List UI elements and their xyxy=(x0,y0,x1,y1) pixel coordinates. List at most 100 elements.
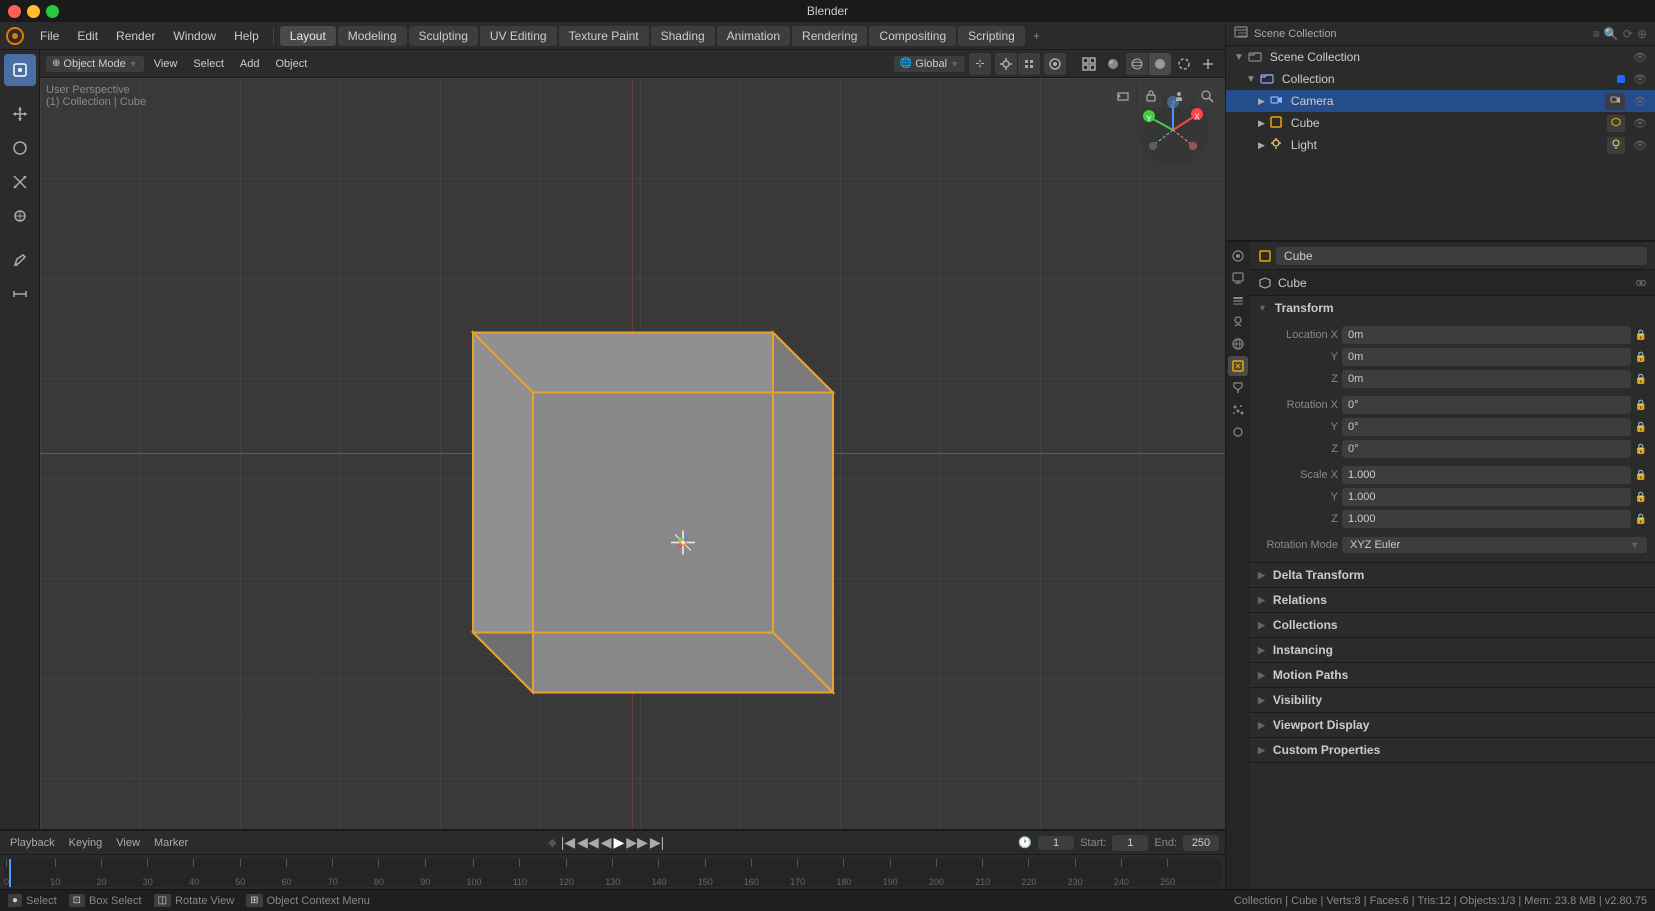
tool-rotate[interactable] xyxy=(4,132,36,164)
mode-selector[interactable]: ⊕ Object Mode ▼ xyxy=(46,56,144,72)
menu-edit[interactable]: Edit xyxy=(69,26,106,46)
play-reverse-btn[interactable]: ◀ xyxy=(601,834,612,851)
scale-y-lock[interactable]: 🔒 xyxy=(1635,492,1647,503)
menu-window[interactable]: Window xyxy=(165,26,224,46)
current-frame-input[interactable] xyxy=(1038,836,1074,850)
outliner-camera[interactable]: ▶ Camera 👁 xyxy=(1226,90,1655,112)
props-modifiers-icon[interactable] xyxy=(1228,378,1248,398)
tool-transform[interactable] xyxy=(4,200,36,232)
rotation-y-lock[interactable]: 🔒 xyxy=(1635,422,1647,433)
playback-menu[interactable]: Playback xyxy=(6,837,59,849)
rotation-z-input[interactable] xyxy=(1342,440,1631,458)
delta-transform-header[interactable]: ▶ Delta Transform xyxy=(1250,563,1655,587)
wireframe-mode[interactable] xyxy=(1126,53,1148,75)
add-workspace-button[interactable]: + xyxy=(1027,26,1046,46)
object-menu[interactable]: Object xyxy=(270,56,314,72)
menu-file[interactable]: File xyxy=(32,26,67,46)
editor-type-icon[interactable] xyxy=(1078,53,1100,75)
location-y-input[interactable] xyxy=(1342,348,1631,366)
camera-eye[interactable]: 👁 xyxy=(1633,95,1647,108)
tool-move[interactable] xyxy=(4,98,36,130)
outliner-cube[interactable]: ▶ Cube 👁 xyxy=(1226,112,1655,134)
snap-button[interactable] xyxy=(995,53,1017,75)
props-scene-icon[interactable] xyxy=(1228,312,1248,332)
end-frame-input[interactable] xyxy=(1183,835,1219,851)
play-forward-btn[interactable]: ▶ xyxy=(614,834,625,851)
location-y-lock[interactable]: 🔒 xyxy=(1635,352,1647,363)
outliner-scene-collection[interactable]: ▼ Scene Collection 👁 xyxy=(1226,46,1655,68)
scale-x-input[interactable] xyxy=(1342,466,1631,484)
menu-render[interactable]: Render xyxy=(108,26,163,46)
outliner-light[interactable]: ▶ Light 👁 xyxy=(1226,134,1655,156)
select-menu[interactable]: Select xyxy=(187,56,230,72)
workspace-layout[interactable]: Layout xyxy=(280,26,336,46)
tool-measure[interactable] xyxy=(4,278,36,310)
camera-view-icon[interactable] xyxy=(1111,84,1135,108)
scale-y-input[interactable] xyxy=(1342,488,1631,506)
props-particles-icon[interactable] xyxy=(1228,400,1248,420)
location-x-lock[interactable]: 🔒 xyxy=(1635,330,1647,341)
transform-orientation[interactable]: 🌐 Global ▼ xyxy=(894,56,965,72)
transform-section-header[interactable]: ▼ Transform xyxy=(1250,296,1655,320)
snap-options[interactable] xyxy=(1018,53,1040,75)
shader-icon[interactable] xyxy=(1102,53,1124,75)
tool-scale[interactable] xyxy=(4,166,36,198)
workspace-animation[interactable]: Animation xyxy=(717,26,790,46)
props-render-icon[interactable] xyxy=(1228,246,1248,266)
zoom-search-icon[interactable] xyxy=(1195,84,1219,108)
view-menu-timeline[interactable]: View xyxy=(112,837,144,849)
rotation-z-lock[interactable]: 🔒 xyxy=(1635,444,1647,455)
instancing-header[interactable]: ▶ Instancing xyxy=(1250,638,1655,662)
props-object-icon[interactable] xyxy=(1228,356,1248,376)
motion-paths-header[interactable]: ▶ Motion Paths xyxy=(1250,663,1655,687)
light-eye[interactable]: 👁 xyxy=(1633,139,1647,152)
lock-view-icon[interactable] xyxy=(1139,84,1163,108)
rotation-x-lock[interactable]: 🔒 xyxy=(1635,400,1647,411)
workspace-modeling[interactable]: Modeling xyxy=(338,26,407,46)
scale-z-lock[interactable]: 🔒 xyxy=(1635,514,1647,525)
tool-select[interactable] xyxy=(4,54,36,86)
object-name-input[interactable] xyxy=(1276,247,1647,265)
rotation-mode-value[interactable]: XYZ Euler ▼ xyxy=(1342,537,1647,553)
marker-menu[interactable]: Marker xyxy=(150,837,192,849)
workspace-scripting[interactable]: Scripting xyxy=(958,26,1025,46)
solid-mode[interactable] xyxy=(1149,53,1171,75)
scale-z-input[interactable] xyxy=(1342,510,1631,528)
collection-eye[interactable]: 👁 xyxy=(1633,73,1647,86)
workspace-uv-editing[interactable]: UV Editing xyxy=(480,26,557,46)
rotation-x-input[interactable] xyxy=(1342,396,1631,414)
outliner-search-icon[interactable]: 🔍 xyxy=(1604,27,1619,41)
props-world-icon[interactable] xyxy=(1228,334,1248,354)
keying-menu[interactable]: Keying xyxy=(65,837,107,849)
relations-header[interactable]: ▶ Relations xyxy=(1250,588,1655,612)
overlay-toggle[interactable] xyxy=(1173,53,1195,75)
jump-end-btn[interactable]: ▶| xyxy=(650,834,664,851)
tool-annotate[interactable] xyxy=(4,244,36,276)
main-viewport[interactable]: User Perspective (1) Collection | Cube xyxy=(40,78,1225,829)
menu-help[interactable]: Help xyxy=(226,26,267,46)
rotation-y-input[interactable] xyxy=(1342,418,1631,436)
location-z-lock[interactable]: 🔒 xyxy=(1635,374,1647,385)
prev-keyframe-btn[interactable]: ◀◀ xyxy=(577,834,599,851)
proportional-edit[interactable] xyxy=(1044,53,1066,75)
next-keyframe-btn[interactable]: ▶▶ xyxy=(626,834,648,851)
jump-start-btn[interactable]: |◀ xyxy=(561,834,575,851)
timeline-ruler[interactable]: 0 10 20 30 40 50 60 70 80 90 100 110 120… xyxy=(0,855,1225,891)
workspace-rendering[interactable]: Rendering xyxy=(792,26,867,46)
gizmo-toggle[interactable] xyxy=(1197,53,1219,75)
visibility-header[interactable]: ▶ Visibility xyxy=(1250,688,1655,712)
scale-x-lock[interactable]: 🔒 xyxy=(1635,470,1647,481)
outliner-new-icon[interactable]: ⊕ xyxy=(1637,27,1647,41)
location-z-input[interactable] xyxy=(1342,370,1631,388)
close-button[interactable] xyxy=(8,5,21,18)
collections-header[interactable]: ▶ Collections xyxy=(1250,613,1655,637)
view-menu[interactable]: View xyxy=(148,56,184,72)
props-output-icon[interactable] xyxy=(1228,268,1248,288)
workspace-shading[interactable]: Shading xyxy=(651,26,715,46)
workspace-sculpting[interactable]: Sculpting xyxy=(409,26,478,46)
cube-eye[interactable]: 👁 xyxy=(1633,117,1647,130)
workspace-texture-paint[interactable]: Texture Paint xyxy=(559,26,649,46)
custom-properties-header[interactable]: ▶ Custom Properties xyxy=(1250,738,1655,762)
fly-walk-icon[interactable] xyxy=(1167,84,1191,108)
scene-collection-eye[interactable]: 👁 xyxy=(1633,51,1647,64)
